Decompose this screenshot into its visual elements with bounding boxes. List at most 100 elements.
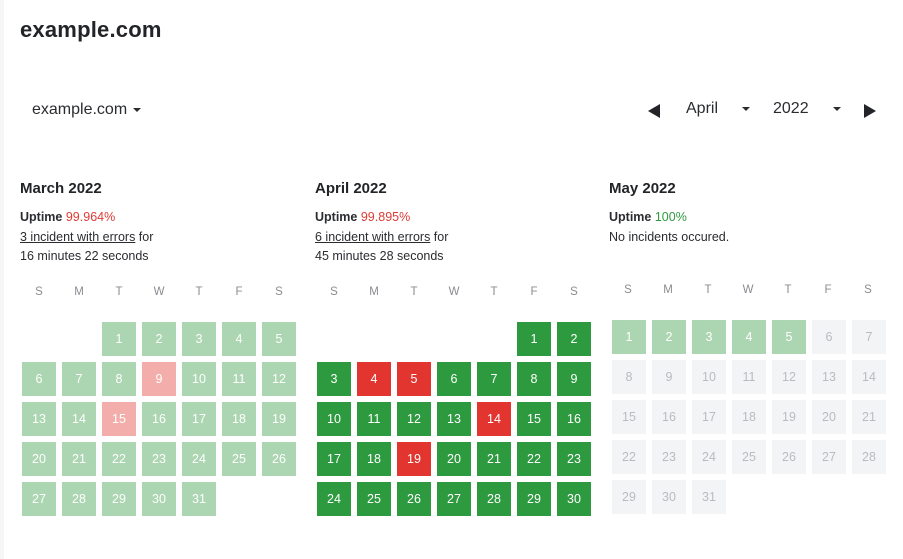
calendar-day-ok[interactable]: 13 bbox=[22, 402, 56, 436]
calendar-day-ok[interactable]: 27 bbox=[437, 482, 471, 516]
calendar-day-incident[interactable]: 19 bbox=[397, 442, 431, 476]
calendar-day-ok[interactable]: 16 bbox=[557, 402, 591, 436]
weekday-label: T bbox=[784, 284, 792, 296]
weekday-header-april: S M T W T F S bbox=[314, 286, 594, 298]
weekday-label: T bbox=[115, 286, 123, 298]
calendar-day-ok[interactable]: 16 bbox=[142, 402, 176, 436]
calendar-day-ok[interactable]: 11 bbox=[357, 402, 391, 436]
calendar-day-ok[interactable]: 2 bbox=[557, 322, 591, 356]
calendar-day-ok[interactable]: 25 bbox=[222, 442, 256, 476]
site-selector-dropdown[interactable]: example.com bbox=[32, 101, 142, 119]
calendar-day-future: 9 bbox=[652, 360, 686, 394]
caret-down-icon bbox=[742, 107, 750, 111]
calendar-day-ok[interactable]: 8 bbox=[517, 362, 551, 396]
calendar-day-ok[interactable]: 5 bbox=[772, 320, 806, 354]
calendar-empty-slot bbox=[437, 322, 471, 356]
calendar-day-ok[interactable]: 19 bbox=[262, 402, 296, 436]
calendar-day-ok[interactable]: 4 bbox=[732, 320, 766, 354]
calendar-day-ok[interactable]: 7 bbox=[477, 362, 511, 396]
calendar-day-ok[interactable]: 8 bbox=[102, 362, 136, 396]
calendar-day-ok[interactable]: 24 bbox=[317, 482, 351, 516]
calendar-day-ok[interactable]: 22 bbox=[517, 442, 551, 476]
calendar-day-future: 30 bbox=[652, 480, 686, 514]
calendar-day-future: 18 bbox=[732, 400, 766, 434]
calendar-day-ok[interactable]: 7 bbox=[62, 362, 96, 396]
calendar-day-ok[interactable]: 24 bbox=[182, 442, 216, 476]
calendar-empty-slot bbox=[22, 322, 56, 356]
calendar-day-ok[interactable]: 1 bbox=[102, 322, 136, 356]
calendar-day-ok[interactable]: 21 bbox=[477, 442, 511, 476]
calendar-day-ok[interactable]: 20 bbox=[437, 442, 471, 476]
calendar-day-ok[interactable]: 30 bbox=[557, 482, 591, 516]
calendar-day-future: 17 bbox=[692, 400, 726, 434]
calendar-day-ok[interactable]: 1 bbox=[612, 320, 646, 354]
uptime-label: Uptime bbox=[20, 210, 63, 224]
calendar-day-ok[interactable]: 12 bbox=[262, 362, 296, 396]
weekday-label: T bbox=[410, 286, 418, 298]
calendar-day-ok[interactable]: 10 bbox=[317, 402, 351, 436]
calendar-day-ok[interactable]: 10 bbox=[182, 362, 216, 396]
calendar-day-ok[interactable]: 22 bbox=[102, 442, 136, 476]
calendar-day-incident[interactable]: 9 bbox=[142, 362, 176, 396]
calendar-day-ok[interactable]: 23 bbox=[557, 442, 591, 476]
weekday-label: F bbox=[824, 284, 832, 296]
calendar-day-ok[interactable]: 12 bbox=[397, 402, 431, 436]
weekday-label: T bbox=[490, 286, 498, 298]
calendar-empty-slot bbox=[317, 322, 351, 356]
calendar-day-ok[interactable]: 26 bbox=[397, 482, 431, 516]
calendar-empty-slot bbox=[477, 322, 511, 356]
calendar-day-ok[interactable]: 5 bbox=[262, 322, 296, 356]
calendar-day-ok[interactable]: 3 bbox=[182, 322, 216, 356]
calendar-day-ok[interactable]: 2 bbox=[652, 320, 686, 354]
year-dropdown[interactable]: 2022 bbox=[773, 100, 841, 118]
previous-month-button[interactable] bbox=[648, 104, 660, 118]
calendar-day-ok[interactable]: 4 bbox=[222, 322, 256, 356]
calendar-day-ok[interactable]: 3 bbox=[692, 320, 726, 354]
calendar-empty-slot bbox=[62, 322, 96, 356]
calendar-day-ok[interactable]: 15 bbox=[517, 402, 551, 436]
uptime-value: 99.964% bbox=[65, 210, 116, 224]
calendar-day-ok[interactable]: 13 bbox=[437, 402, 471, 436]
month-dropdown[interactable]: April bbox=[686, 100, 750, 118]
calendar-day-ok[interactable]: 17 bbox=[317, 442, 351, 476]
calendar-day-ok[interactable]: 9 bbox=[557, 362, 591, 396]
calendar-day-ok[interactable]: 29 bbox=[517, 482, 551, 516]
calendar-day-ok[interactable]: 28 bbox=[62, 482, 96, 516]
calendar-day-incident[interactable]: 15 bbox=[102, 402, 136, 436]
calendar-day-ok[interactable]: 23 bbox=[142, 442, 176, 476]
calendar-day-incident[interactable]: 14 bbox=[477, 402, 511, 436]
calendar-day-ok[interactable]: 6 bbox=[22, 362, 56, 396]
incidents-link[interactable]: 6 incident with errors bbox=[315, 230, 430, 244]
uptime-value: 100% bbox=[654, 210, 687, 224]
calendar-day-ok[interactable]: 6 bbox=[437, 362, 471, 396]
calendar-day-future: 8 bbox=[612, 360, 646, 394]
calendar-day-ok[interactable]: 25 bbox=[357, 482, 391, 516]
calendar-day-future: 29 bbox=[612, 480, 646, 514]
calendar-day-ok[interactable]: 18 bbox=[222, 402, 256, 436]
no-incidents-text: No incidents occured. bbox=[609, 229, 730, 244]
calendar-day-ok[interactable]: 14 bbox=[62, 402, 96, 436]
weekday-label: S bbox=[864, 284, 872, 296]
calendar-day-ok[interactable]: 1 bbox=[517, 322, 551, 356]
calendar-day-ok[interactable]: 21 bbox=[62, 442, 96, 476]
calendar-day-future: 27 bbox=[812, 440, 846, 474]
incidents-link[interactable]: 3 incident with errors bbox=[20, 230, 135, 244]
calendar-day-ok[interactable]: 11 bbox=[222, 362, 256, 396]
calendar-day-ok[interactable]: 2 bbox=[142, 322, 176, 356]
calendar-day-incident[interactable]: 5 bbox=[397, 362, 431, 396]
calendar-day-ok[interactable]: 28 bbox=[477, 482, 511, 516]
month-panel-april: April 2022 Uptime 99.895% 6 incident wit… bbox=[315, 180, 605, 267]
calendar-day-ok[interactable]: 29 bbox=[102, 482, 136, 516]
calendar-day-ok[interactable]: 30 bbox=[142, 482, 176, 516]
calendar-day-ok[interactable]: 26 bbox=[262, 442, 296, 476]
calendar-day-ok[interactable]: 17 bbox=[182, 402, 216, 436]
next-month-button[interactable] bbox=[864, 104, 876, 118]
calendar-day-ok[interactable]: 27 bbox=[22, 482, 56, 516]
incidents-suffix: for bbox=[135, 229, 154, 244]
calendar-day-ok[interactable]: 31 bbox=[182, 482, 216, 516]
calendar-day-ok[interactable]: 20 bbox=[22, 442, 56, 476]
calendar-day-incident[interactable]: 4 bbox=[357, 362, 391, 396]
calendar-day-ok[interactable]: 3 bbox=[317, 362, 351, 396]
year-dropdown-value: 2022 bbox=[773, 100, 809, 117]
calendar-day-ok[interactable]: 18 bbox=[357, 442, 391, 476]
